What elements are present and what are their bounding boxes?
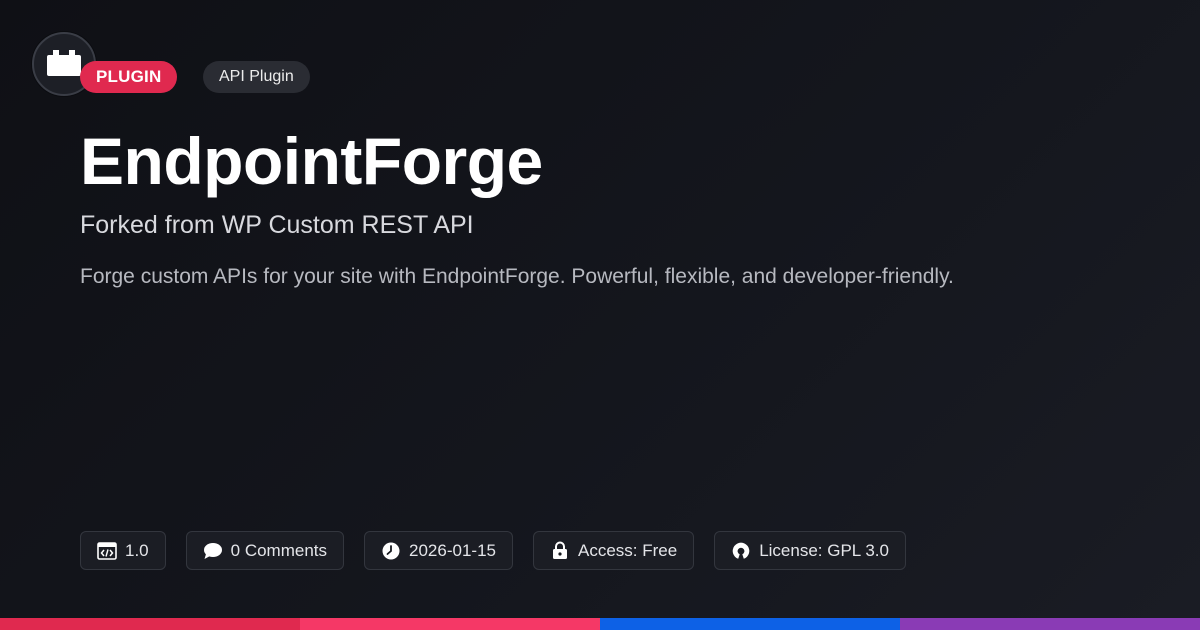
lock-icon <box>550 541 570 561</box>
plugin-type-badge[interactable]: PLUGIN <box>80 61 178 93</box>
version-chip: 1.0 <box>80 531 166 570</box>
page-title: EndpointForge <box>80 124 543 198</box>
speech-bubble-icon <box>203 541 223 561</box>
accent-segment <box>900 618 1200 630</box>
date-chip: 2026-01-15 <box>364 531 513 570</box>
access-text: Access: Free <box>577 540 678 560</box>
accent-segment <box>600 618 900 630</box>
code-window-icon <box>97 541 117 561</box>
accent-segment <box>0 618 300 630</box>
clock-icon <box>381 541 401 561</box>
comments-text: 0 Comments <box>230 540 328 560</box>
meta-row: 1.0 0 Comments 2026-01-15 Access: Free L… <box>80 531 906 570</box>
comments-chip[interactable]: 0 Comments <box>185 531 345 570</box>
plugin-block-icon <box>47 50 81 76</box>
open-source-icon <box>731 541 751 561</box>
category-badge[interactable]: API Plugin <box>203 61 310 93</box>
license-chip[interactable]: License: GPL 3.0 <box>714 531 906 570</box>
license-text: License: GPL 3.0 <box>759 540 889 560</box>
access-chip: Access: Free <box>532 531 695 570</box>
date-text: 2026-01-15 <box>409 540 496 560</box>
color-accent-bar <box>0 618 1200 630</box>
accent-segment <box>300 618 600 630</box>
fork-subtitle: Forked from WP Custom REST API <box>80 211 474 239</box>
plugin-description: Forge custom APIs for your site with End… <box>80 265 954 288</box>
version-text: 1.0 <box>125 540 149 560</box>
